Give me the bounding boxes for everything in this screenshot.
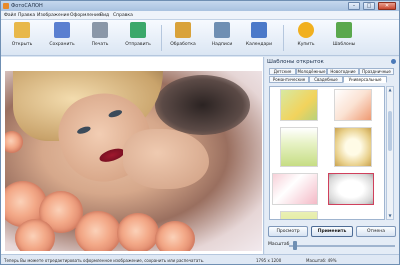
tab-universal[interactable]: Универсальные — [343, 76, 387, 83]
menu-image[interactable]: Изображение — [37, 13, 69, 18]
photo-canvas[interactable] — [5, 71, 262, 251]
tab-holiday[interactable]: Праздничные — [359, 68, 394, 75]
menu-edit[interactable]: Правка — [18, 13, 35, 18]
status-bar: Теперь Вы можете отредактировать оформле… — [1, 254, 399, 264]
cancel-button[interactable]: Отмена — [356, 226, 396, 237]
panel-title: Шаблоны открыток — [267, 59, 324, 65]
menu-file[interactable]: Файл — [4, 13, 16, 18]
sun-icon — [298, 22, 314, 38]
print-button[interactable]: Печать — [85, 21, 115, 54]
template-thumbnail[interactable] — [280, 127, 318, 167]
status-zoom: Масштаб: 49% — [306, 258, 337, 263]
templates-label: Шаблоны — [332, 42, 356, 47]
calendar-icon — [251, 22, 267, 38]
printer-icon — [92, 22, 108, 38]
rose-decoration — [15, 219, 55, 251]
processing-label: Обработка — [170, 42, 196, 47]
pin-icon[interactable] — [391, 59, 396, 64]
templates-panel: Шаблоны открыток Детские Молодёжные Ново… — [265, 57, 399, 254]
send-button[interactable]: Отправить — [123, 21, 153, 54]
photo-eye-right — [107, 108, 123, 119]
window-title: ФотоСАЛОН — [11, 3, 43, 9]
gallery-scrollbar[interactable]: ▲ ▼ — [386, 86, 394, 220]
template-thumbnail[interactable] — [334, 127, 372, 167]
status-image-size: 1795 x 1200 — [256, 258, 282, 263]
photo-lips — [97, 145, 127, 165]
template-thumbnail[interactable] — [280, 211, 318, 219]
rose-decoration — [5, 131, 23, 153]
template-thumbnail-selected[interactable] — [328, 173, 374, 205]
template-gallery — [269, 86, 385, 220]
status-hint: Теперь Вы можете отредактировать оформле… — [4, 258, 205, 263]
scroll-thumb[interactable] — [388, 111, 392, 151]
rose-decoration — [75, 211, 121, 251]
apply-button[interactable]: Применить — [311, 226, 353, 237]
templates-button[interactable]: Шаблоны — [329, 21, 359, 54]
tab-youth[interactable]: Молодёжные — [296, 68, 327, 75]
maximize-button[interactable]: □ — [363, 2, 375, 10]
scroll-up-icon[interactable]: ▲ — [387, 87, 393, 93]
zoom-slider-handle[interactable] — [293, 241, 297, 250]
captions-label: Надписи — [211, 42, 233, 47]
menu-design[interactable]: Оформление — [70, 13, 101, 18]
menu-help[interactable]: Справка — [113, 13, 133, 18]
save-icon — [54, 22, 70, 38]
photo-hand — [123, 129, 209, 189]
zoom-label: Масштаб — [268, 242, 290, 247]
title-bar: ФотоСАЛОН – □ ✕ — [1, 1, 399, 11]
send-icon — [130, 22, 146, 38]
minimize-button[interactable]: – — [348, 2, 360, 10]
buy-label: Купить — [297, 42, 315, 47]
captions-button[interactable]: Надписи — [207, 21, 237, 54]
tab-kids[interactable]: Детские — [269, 68, 296, 75]
scroll-down-icon[interactable]: ▼ — [387, 213, 393, 219]
template-thumbnail[interactable] — [334, 89, 372, 121]
toolbar-separator — [161, 25, 162, 51]
print-label: Печать — [91, 42, 109, 47]
palette-icon — [175, 22, 191, 38]
tab-wedding[interactable]: Свадебные — [309, 76, 343, 83]
calendars-button[interactable]: Календари — [244, 21, 274, 54]
canvas-area[interactable] — [1, 57, 264, 254]
text-icon — [214, 22, 230, 38]
rose-decoration — [155, 221, 195, 251]
template-thumbnail[interactable] — [280, 89, 318, 121]
photo-eye-left — [76, 125, 92, 136]
calendars-label: Календари — [245, 42, 273, 47]
send-label: Отправить — [125, 42, 151, 47]
folder-icon — [14, 22, 30, 38]
rose-decoration — [117, 213, 159, 251]
save-button[interactable]: Сохранить — [47, 21, 77, 54]
menu-bar: Файл Правка Изображение Оформление Вид С… — [1, 11, 399, 20]
templates-icon — [336, 22, 352, 38]
tab-romantic[interactable]: Романтические — [269, 76, 309, 83]
buy-button[interactable]: Купить — [291, 21, 321, 54]
menu-view[interactable]: Вид — [100, 13, 109, 18]
processing-button[interactable]: Обработка — [168, 21, 198, 54]
save-label: Сохранить — [49, 42, 75, 47]
zoom-slider-track[interactable] — [289, 245, 395, 247]
toolbar: Открыть Сохранить Печать Отправить Обраб… — [1, 20, 399, 56]
photo-shadow — [155, 75, 250, 135]
template-thumbnail[interactable] — [272, 173, 318, 205]
app-window: ФотоСАЛОН – □ ✕ Файл Правка Изображение … — [0, 0, 400, 265]
app-logo-icon — [3, 3, 9, 9]
open-button[interactable]: Открыть — [7, 21, 37, 54]
preview-button[interactable]: Просмотр — [268, 226, 308, 237]
toolbar-separator — [283, 25, 284, 51]
close-button[interactable]: ✕ — [378, 2, 396, 10]
open-label: Открыть — [11, 42, 33, 47]
tab-new-year[interactable]: Новогодние — [327, 68, 359, 75]
